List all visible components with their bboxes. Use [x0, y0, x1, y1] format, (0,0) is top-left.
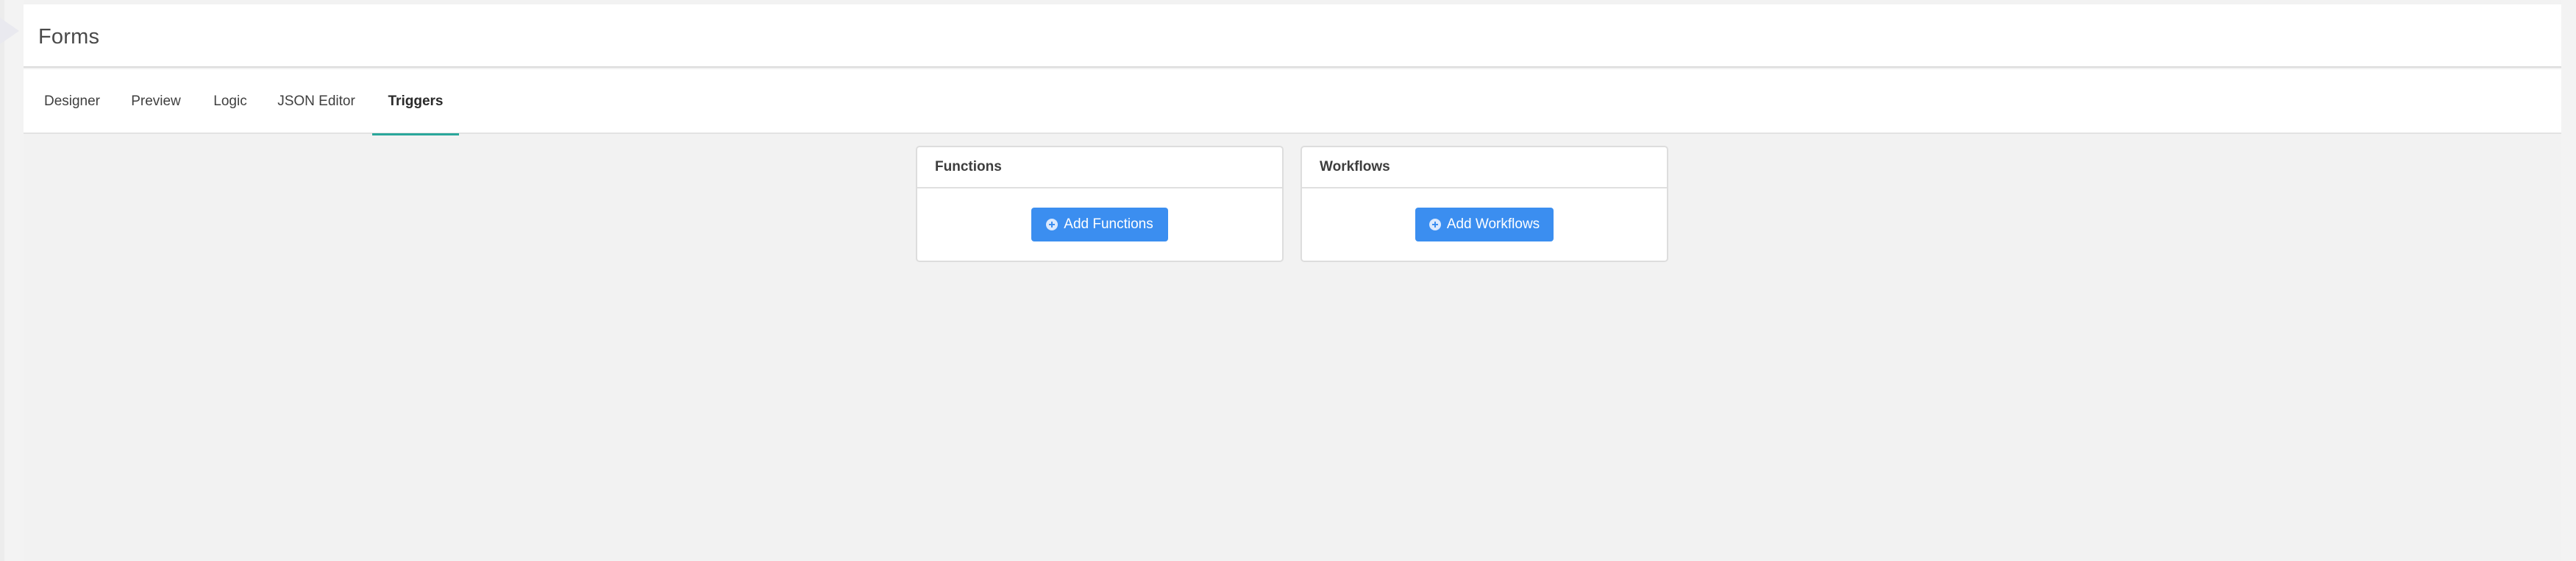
add-workflows-label: Add Workflows: [1446, 216, 1540, 232]
functions-card-body: Add Functions: [917, 188, 1282, 261]
page-title: Forms: [38, 25, 100, 49]
tab-triggers[interactable]: Triggers: [372, 69, 459, 135]
tab-preview[interactable]: Preview: [125, 69, 187, 134]
functions-card: Functions Add Functions: [916, 146, 1284, 262]
sidebar-toggle-notch[interactable]: [0, 18, 19, 44]
functions-card-title: Functions: [917, 147, 1282, 188]
tab-bar: Designer Preview Logic JSON Editor Trigg…: [24, 69, 2561, 135]
left-edge-strip: [0, 0, 4, 561]
workflows-card-body: Add Workflows: [1302, 188, 1667, 261]
add-functions-label: Add Functions: [1064, 216, 1153, 232]
tab-json-editor[interactable]: JSON Editor: [272, 69, 360, 134]
main-frame: Forms Designer Preview Logic JSON Editor…: [24, 0, 2561, 561]
workflows-card: Workflows Add Workflows: [1301, 146, 1668, 262]
plus-circle-icon: [1428, 219, 1441, 230]
workflows-card-title: Workflows: [1302, 147, 1667, 188]
add-functions-button[interactable]: Add Functions: [1031, 208, 1168, 241]
add-workflows-button[interactable]: Add Workflows: [1415, 208, 1554, 241]
tab-designer[interactable]: Designer: [38, 69, 106, 134]
plus-circle-icon: [1046, 219, 1058, 230]
tab-logic[interactable]: Logic: [207, 69, 253, 134]
page-header: Forms: [24, 4, 2561, 68]
